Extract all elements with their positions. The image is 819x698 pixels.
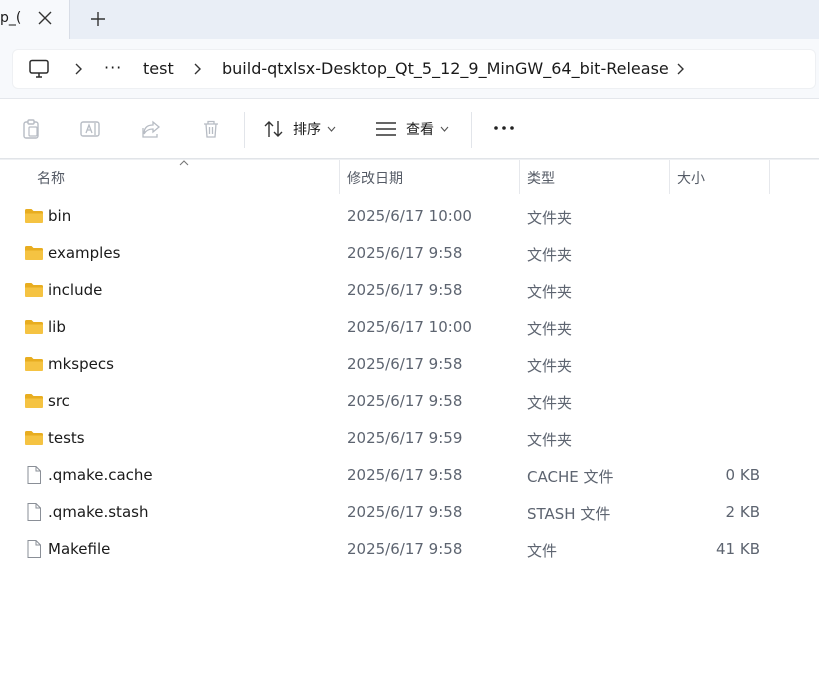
file-name: mkspecs [48,355,114,373]
column-resize-handle[interactable] [339,160,340,194]
delete-icon[interactable] [200,118,222,140]
rename-icon[interactable] [79,118,101,140]
column-header-name[interactable]: 名称 [37,168,65,188]
toolbar-separator [471,112,472,148]
file-type: 文件夹 [527,320,573,338]
file-row[interactable]: .qmake.cache 2025/6/17 9:58 CACHE 文件 0 KB [0,457,819,494]
folder-icon [24,428,44,448]
paste-icon[interactable] [20,118,42,140]
file-icon [24,465,44,485]
chevron-right-icon[interactable] [72,62,84,76]
file-date: 2025/6/17 9:59 [347,429,463,447]
view-button[interactable]: 查看 [375,119,449,139]
breadcrumb-item-build[interactable]: build-qtxlsx-Desktop_Qt_5_12_9_MinGW_64_… [222,59,669,78]
folder-icon [24,317,44,337]
folder-icon [24,391,44,411]
file-row[interactable]: Makefile 2025/6/17 9:58 文件 41 KB [0,531,819,568]
file-row[interactable]: lib 2025/6/17 10:00 文件夹 [0,309,819,346]
file-date: 2025/6/17 10:00 [347,318,472,336]
file-date: 2025/6/17 9:58 [347,355,463,373]
file-type: 文件夹 [527,283,573,301]
breadcrumb-item-test[interactable]: test [143,59,174,78]
file-date: 2025/6/17 9:58 [347,503,463,521]
file-row[interactable]: examples 2025/6/17 9:58 文件夹 [0,235,819,272]
column-resize-handle[interactable] [669,160,670,194]
file-name: include [48,281,103,299]
file-name: .qmake.stash [48,503,149,521]
chevron-down-icon [440,126,449,132]
sort-ascending-icon [179,160,189,166]
column-header-type[interactable]: 类型 [527,168,555,188]
view-label: 查看 [406,122,434,138]
new-tab-icon[interactable] [89,10,107,28]
file-date: 2025/6/17 9:58 [347,281,463,299]
file-icon [24,539,44,559]
file-type: CACHE 文件 [527,468,614,486]
address-bar[interactable]: ··· test build-qtxlsx-Desktop_Qt_5_12_9_… [12,49,816,89]
file-name: .qmake.cache [48,466,153,484]
view-list-icon [376,122,396,136]
file-type: 文件夹 [527,209,573,227]
breadcrumb-ellipsis[interactable]: ··· [104,58,122,77]
tab-strip: p_( [0,0,819,39]
file-icon [24,502,44,522]
file-row[interactable]: bin 2025/6/17 10:00 文件夹 [0,198,819,235]
file-name: examples [48,244,121,262]
column-header-size[interactable]: 大小 [677,168,705,188]
file-size: 41 KB [716,540,760,558]
folder-icon [24,243,44,263]
tab-active[interactable]: p_( [0,0,70,39]
folder-icon [24,354,44,374]
chevron-right-icon[interactable] [674,62,686,76]
file-name: bin [48,207,72,225]
file-row[interactable]: mkspecs 2025/6/17 9:58 文件夹 [0,346,819,383]
close-icon[interactable] [36,9,54,27]
sort-icon [264,121,283,137]
file-type: STASH 文件 [527,505,611,523]
file-date: 2025/6/17 9:58 [347,244,463,262]
file-name: Makefile [48,540,111,558]
file-type: 文件夹 [527,246,573,264]
sort-button[interactable]: 排序 [263,119,336,139]
file-type: 文件夹 [527,357,573,375]
file-type: 文件夹 [527,394,573,412]
file-name: src [48,392,70,410]
file-row[interactable]: .qmake.stash 2025/6/17 9:58 STASH 文件 2 KB [0,494,819,531]
file-date: 2025/6/17 9:58 [347,392,463,410]
folder-icon [24,280,44,300]
file-date: 2025/6/17 10:00 [347,207,472,225]
toolbar-separator [244,112,245,148]
share-icon[interactable] [140,118,162,140]
more-options-icon[interactable] [493,118,515,138]
file-size: 0 KB [725,466,760,484]
file-name: lib [48,318,66,336]
file-row[interactable]: include 2025/6/17 9:58 文件夹 [0,272,819,309]
file-name: tests [48,429,85,447]
chevron-down-icon [327,126,336,132]
file-date: 2025/6/17 9:58 [347,540,463,558]
column-resize-handle[interactable] [519,160,520,194]
column-header: 名称 修改日期 类型 大小 [0,160,819,194]
tab-title: p_( [0,10,22,26]
address-zone: ··· test build-qtxlsx-Desktop_Qt_5_12_9_… [0,39,819,99]
computer-icon[interactable] [28,59,50,79]
column-header-date[interactable]: 修改日期 [347,168,403,188]
folder-icon [24,206,44,226]
column-resize-handle[interactable] [769,160,770,194]
file-row[interactable]: tests 2025/6/17 9:59 文件夹 [0,420,819,457]
command-bar: 排序 查看 [0,100,819,158]
file-type: 文件 [527,542,558,560]
file-row[interactable]: src 2025/6/17 9:58 文件夹 [0,383,819,420]
file-type: 文件夹 [527,431,573,449]
sort-label: 排序 [293,122,321,138]
file-date: 2025/6/17 9:58 [347,466,463,484]
file-size: 2 KB [725,503,760,521]
chevron-right-icon[interactable] [191,62,203,76]
